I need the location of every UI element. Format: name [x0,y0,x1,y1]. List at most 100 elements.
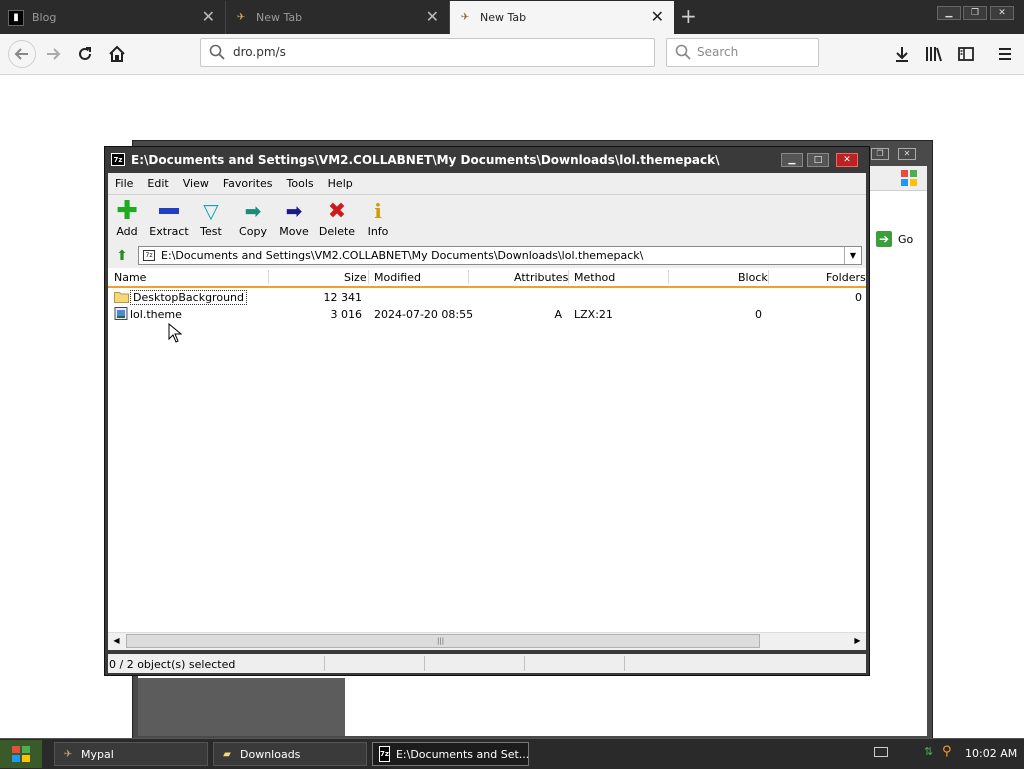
test-label: Test [200,225,222,238]
bg-window-close-button[interactable]: ✕ [898,148,916,160]
move-button[interactable]: ➡ Move [272,199,316,238]
chevron-down-icon[interactable]: ▼ [844,247,861,264]
menu-view[interactable]: View [176,177,216,190]
menu-edit[interactable]: Edit [140,177,175,190]
add-button[interactable]: ✚ Add [105,196,149,238]
delete-button[interactable]: ✖ Delete [315,198,359,239]
blog-favicon-icon: ▮ [8,9,24,26]
test-icon: ▽ [203,199,219,223]
column-folders[interactable]: Folders [826,271,866,284]
bg-window-maximize-button[interactable]: ❐ [871,148,889,160]
tab-label: New Tab [256,11,303,24]
column-attributes[interactable]: Attributes [514,271,568,284]
browser-close-button[interactable]: ✕ [990,6,1014,20]
delete-icon: ✖ [327,198,347,224]
file-row[interactable]: DesktopBackground 12 341 0 [108,289,866,305]
new-tab-plus-icon[interactable]: + [680,5,697,27]
column-name[interactable]: Name [114,271,146,284]
horizontal-scrollbar[interactable]: ◀ ||| ▶ [108,632,866,650]
file-block: 0 [755,308,762,321]
folder-up-icon[interactable]: ⬆ [112,247,132,265]
search-field[interactable]: Search [666,38,819,67]
menu-button[interactable] [993,42,1017,66]
sidebar-icon [958,47,974,61]
windows-logo-icon [901,170,917,186]
taskbar: ✈ Mypal ▰ Downloads 7z E:\Documents and … [0,738,1024,769]
scrollbar-thumb[interactable]: ||| [126,634,760,648]
go-label: Go [898,232,914,246]
column-divider[interactable] [268,270,269,284]
scroll-right-arrow-icon[interactable]: ▶ [849,633,866,649]
file-modified: 2024-07-20 08:55 [374,308,474,321]
menu-file[interactable]: File [108,177,140,190]
column-block[interactable]: Block [738,271,768,284]
taskbar-item-label: Downloads [240,747,301,761]
start-button[interactable] [0,740,42,768]
browser-maximize-button[interactable]: ❐ [963,6,987,20]
forward-button[interactable] [41,42,65,66]
file-size: 12 341 [323,291,363,304]
taskbar-item-downloads[interactable]: ▰ Downloads [213,742,367,766]
address-combobox[interactable]: 7z E:\Documents and Settings\VM2.COLLABN… [138,246,862,265]
reload-button[interactable] [73,42,97,66]
library-button[interactable] [922,42,946,66]
7zip-app-icon: 7z [111,153,125,166]
info-button[interactable]: i Info [356,199,400,238]
extract-button[interactable]: Extract [147,199,191,238]
menu-help[interactable]: Help [321,177,360,190]
forward-arrow-icon [47,48,61,60]
menu-bar: File Edit View Favorites Tools Help [108,173,866,194]
downloads-button[interactable] [890,42,914,66]
taskbar-item-mypal[interactable]: ✈ Mypal [54,742,208,766]
close-tab-icon[interactable]: ✕ [426,9,439,25]
extract-label: Extract [149,225,189,238]
tab-blog[interactable]: ▮ Blog ✕ [0,1,226,34]
column-divider[interactable] [668,270,669,284]
status-divider [424,656,425,671]
tab-new-tab-1[interactable]: ✈ New Tab ✕ [226,1,450,34]
delete-label: Delete [318,225,356,238]
menu-tools[interactable]: Tools [280,177,321,190]
column-header-row: Name Size Modified Attributes Method Blo… [108,268,866,288]
tab-new-tab-2[interactable]: ✈ New Tab ✕ [450,1,674,34]
scroll-left-arrow-icon[interactable]: ◀ [108,633,125,649]
file-row[interactable]: lol.theme 3 016 2024-07-20 08:55 A LZX:2… [108,306,866,322]
close-tab-icon[interactable]: ✕ [651,9,664,25]
background-toolbar-strip [870,166,927,191]
minimize-button[interactable]: ▁ [781,153,803,167]
add-icon: ✚ [116,196,138,226]
browser-minimize-button[interactable]: ▁ [937,6,961,20]
move-label: Move [279,225,309,238]
copy-button[interactable]: ➡ Copy [231,199,275,238]
taskbar-item-7zip[interactable]: 7z E:\Documents and Set... [372,742,529,766]
status-bar: 0 / 2 object(s) selected [108,654,866,673]
test-button[interactable]: ▽ Test [189,199,233,238]
clock[interactable]: 10:02 AM [965,747,1017,760]
column-modified[interactable]: Modified [374,271,421,284]
search-icon[interactable]: ⚲ [942,744,952,759]
network-icon[interactable]: ⇅ [924,745,933,758]
hamburger-menu-icon [999,48,1011,60]
column-size[interactable]: Size [344,271,367,284]
column-divider[interactable] [368,270,369,284]
maximize-button[interactable]: □ [807,153,829,167]
menu-favorites[interactable]: Favorites [216,177,280,190]
close-tab-icon[interactable]: ✕ [202,9,215,25]
go-button[interactable]: ➔ Go [876,230,913,248]
sidebar-button[interactable] [954,42,978,66]
file-size: 3 016 [330,308,363,321]
column-divider[interactable] [468,270,469,284]
search-icon [675,44,691,60]
file-attributes: A [554,308,562,321]
column-method[interactable]: Method [574,271,615,284]
column-divider[interactable] [768,270,769,284]
column-divider[interactable] [568,270,569,284]
download-icon [896,47,908,62]
url-bar[interactable]: dro.pm/s [200,38,655,67]
close-button[interactable]: ✕ [836,153,858,167]
home-button[interactable] [105,42,129,66]
status-divider [324,656,325,671]
folder-icon [114,292,129,303]
keyboard-icon[interactable] [874,747,888,757]
back-button[interactable] [8,40,36,68]
